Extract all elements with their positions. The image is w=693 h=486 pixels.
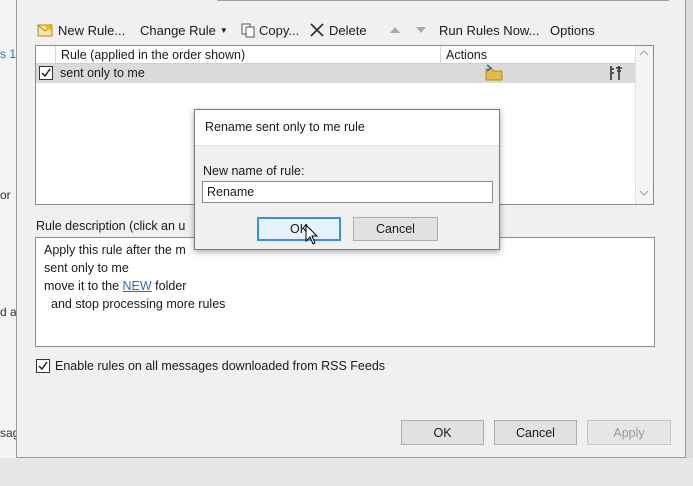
close-icon bbox=[309, 22, 325, 38]
rss-rules-checkbox[interactable] bbox=[36, 359, 50, 373]
delete-label: Delete bbox=[329, 22, 367, 38]
change-rule-label: Change Rule bbox=[140, 22, 216, 38]
rename-ok-button[interactable]: OK bbox=[257, 217, 341, 241]
background-window bbox=[0, 0, 16, 486]
cancel-button[interactable]: Cancel bbox=[494, 420, 577, 445]
new-rule-button[interactable]: New Rule... bbox=[37, 19, 125, 41]
rss-rules-option[interactable]: Enable rules on all messages downloaded … bbox=[36, 359, 385, 373]
copy-button[interactable]: Copy... bbox=[241, 19, 299, 41]
column-header-actions[interactable]: Actions bbox=[440, 46, 636, 64]
rules-list-header: Rule (applied in the order shown) Action… bbox=[36, 46, 636, 64]
new-rule-icon bbox=[37, 22, 54, 38]
ok-button[interactable]: OK bbox=[401, 420, 484, 445]
window-edge bbox=[686, 0, 693, 486]
apply-changes-bar bbox=[17, 0, 685, 4]
description-line: and stop processing more rules bbox=[51, 297, 226, 311]
scroll-up-icon[interactable] bbox=[639, 48, 649, 58]
description-line: sent only to me bbox=[44, 261, 129, 275]
rules-list-scrollbar[interactable] bbox=[635, 46, 653, 204]
background-text-fragment: or bbox=[0, 188, 11, 202]
options-button[interactable]: Options bbox=[550, 19, 595, 41]
move-down-button[interactable] bbox=[415, 19, 427, 41]
rule-enabled-checkbox[interactable] bbox=[39, 66, 53, 80]
rename-cancel-button[interactable]: Cancel bbox=[353, 217, 438, 241]
folder-link[interactable]: NEW bbox=[123, 279, 152, 293]
description-line: move it to the NEW folder bbox=[44, 277, 646, 295]
rule-name: sent only to me bbox=[60, 66, 145, 80]
move-up-button[interactable] bbox=[389, 19, 401, 41]
rename-dialog-title: Rename sent only to me rule bbox=[195, 110, 499, 146]
move-to-folder-icon bbox=[484, 64, 504, 81]
copy-label: Copy... bbox=[259, 22, 300, 38]
checkmark-icon bbox=[38, 361, 48, 371]
arrow-up-icon bbox=[389, 25, 401, 35]
rule-row[interactable]: sent only to me bbox=[36, 64, 636, 83]
column-header-rule[interactable]: Rule (applied in the order shown) bbox=[55, 46, 440, 64]
run-rules-now-button[interactable]: Run Rules Now... bbox=[439, 19, 539, 41]
rename-rule-dialog: Rename sent only to me rule New name of … bbox=[194, 109, 500, 250]
arrow-down-icon bbox=[415, 25, 427, 35]
rule-description-box: Apply this rule after the m sent only to… bbox=[35, 237, 655, 347]
background-area bbox=[0, 458, 693, 486]
checkmark-icon bbox=[41, 68, 51, 78]
background-text-fragment: d a bbox=[0, 305, 17, 319]
description-text: folder bbox=[151, 279, 187, 293]
new-name-label: New name of rule: bbox=[203, 164, 305, 178]
rss-rules-label: Enable rules on all messages downloaded … bbox=[55, 359, 386, 373]
rule-actions-icon[interactable] bbox=[608, 65, 624, 81]
apply-button[interactable]: Apply bbox=[587, 420, 671, 445]
options-label: Options bbox=[550, 22, 595, 38]
new-rule-label: New Rule... bbox=[58, 22, 126, 38]
folder-select[interactable] bbox=[217, 0, 669, 1]
change-rule-button[interactable]: Change Rule ▼ bbox=[140, 19, 228, 41]
copy-icon bbox=[241, 23, 255, 38]
rule-description-label: Rule description (click an u bbox=[36, 219, 186, 233]
description-text: move it to the bbox=[44, 279, 123, 293]
scroll-down-icon[interactable] bbox=[639, 189, 649, 199]
mouse-cursor-icon bbox=[305, 223, 319, 249]
run-rules-now-label: Run Rules Now... bbox=[439, 22, 540, 38]
delete-button[interactable]: Delete bbox=[309, 19, 367, 41]
chevron-down-icon: ▼ bbox=[219, 25, 228, 35]
new-name-input[interactable]: Rename bbox=[202, 181, 493, 203]
rules-toolbar: New Rule... Change Rule ▼ Copy... Delete bbox=[29, 19, 669, 41]
